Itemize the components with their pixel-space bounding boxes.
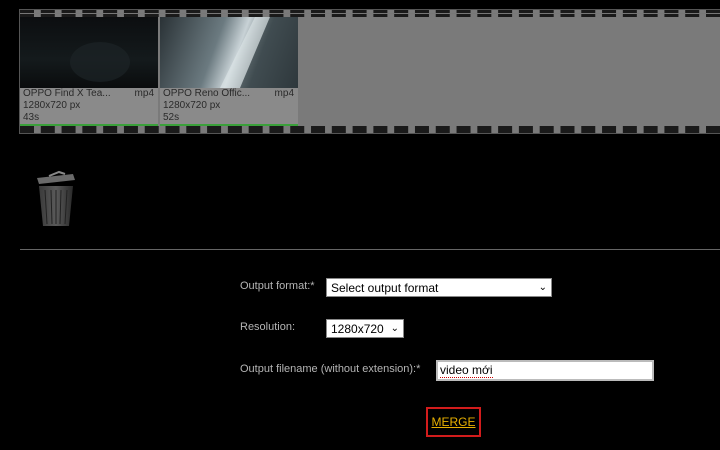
output-format-label: Output format:* [240, 280, 315, 292]
merge-button-highlight: MERGE [426, 407, 481, 437]
output-format-select[interactable]: Select output format ⌄ [326, 278, 552, 297]
chevron-down-icon: ⌄ [390, 323, 399, 334]
clip-name: OPPO Find X Tea... [23, 88, 111, 99]
clip-thumbnail [160, 17, 298, 88]
chevron-down-icon: ⌄ [538, 282, 547, 293]
merge-button[interactable]: MERGE [431, 415, 475, 429]
clip-meta: OPPO Find X Tea... mp4 1280x720 px 43s [20, 88, 158, 126]
clip-thumbnail [20, 17, 158, 88]
filename-label: Output filename (without extension):* [240, 363, 421, 375]
clip-progress-bar [20, 124, 158, 126]
clip-ext: mp4 [134, 88, 154, 99]
resolution-select[interactable]: 1280x720 ⌄ [326, 319, 404, 338]
clip-item[interactable]: OPPO Find X Tea... mp4 1280x720 px 43s [20, 17, 158, 126]
clip-duration: 52s [163, 112, 180, 123]
clip-meta: OPPO Reno Offic... mp4 1280x720 px 52s [160, 88, 298, 126]
clip-progress-bar [160, 124, 298, 126]
resolution-label: Resolution: [240, 321, 296, 333]
clip-name: OPPO Reno Offic... [163, 88, 251, 99]
clip-ext: mp4 [274, 88, 294, 99]
clip-filmstrip: OPPO Find X Tea... mp4 1280x720 px 43s O… [19, 9, 720, 134]
clip-item[interactable]: OPPO Reno Offic... mp4 1280x720 px 52s [160, 17, 298, 126]
trash-icon[interactable] [35, 168, 77, 228]
section-divider [20, 249, 720, 250]
clip-resolution: 1280x720 px [23, 100, 81, 111]
clip-duration: 43s [23, 112, 40, 123]
filename-input[interactable]: video mới [436, 360, 654, 381]
clip-resolution: 1280x720 px [163, 100, 221, 111]
